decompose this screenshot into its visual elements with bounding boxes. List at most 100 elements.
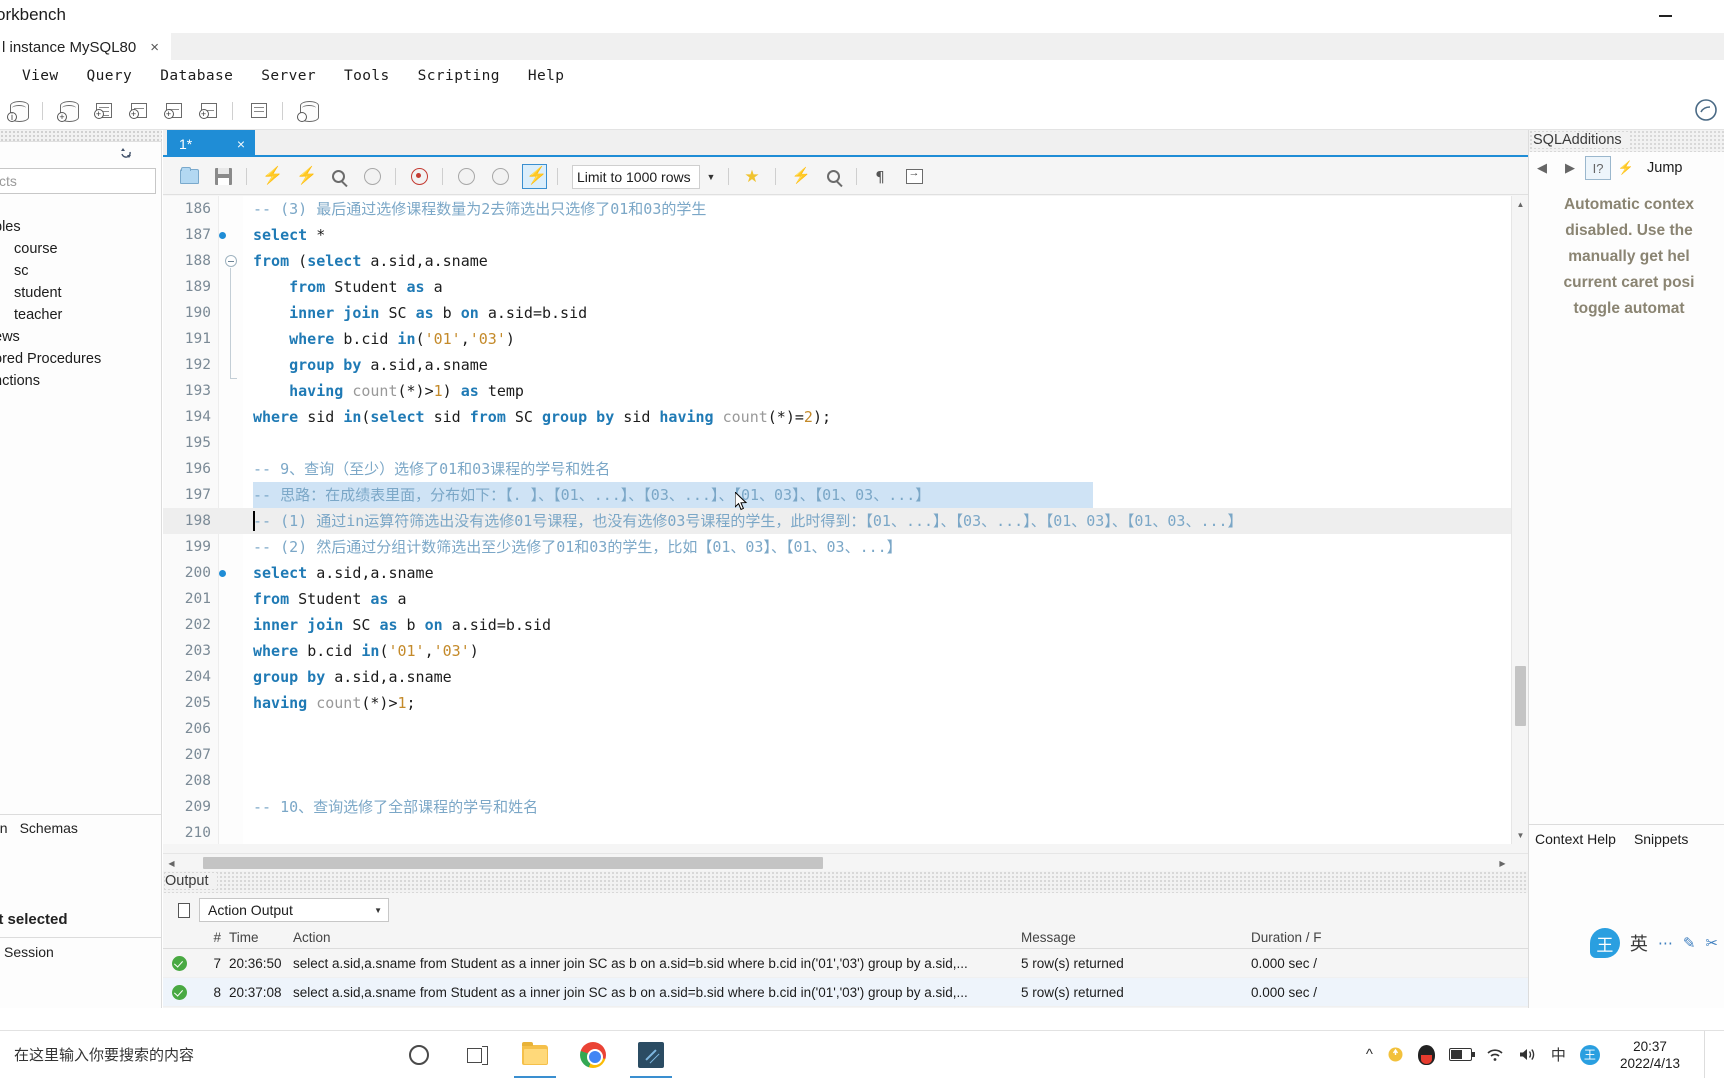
chevron-down-icon[interactable]: ▼ <box>374 906 382 915</box>
ime-chinese-icon[interactable]: 中 <box>1551 1044 1566 1065</box>
show-hidden-icons-icon[interactable]: ^ <box>1366 1046 1373 1063</box>
sql-additions-header[interactable]: SQLAdditions <box>1529 130 1724 152</box>
tree-node-student[interactable]: student <box>0 282 162 304</box>
quick-help-icon[interactable]: ⚡ <box>1613 156 1639 180</box>
show-desktop-button[interactable] <box>1704 1030 1712 1078</box>
new-view-icon[interactable]: + <box>122 97 155 125</box>
row-limit-select[interactable]: Limit to 1000 rows <box>572 164 700 189</box>
tree-node-views[interactable]: ews <box>0 326 162 348</box>
sql-tab-1[interactable]: 1* × <box>167 130 255 157</box>
search-icon[interactable] <box>817 162 849 192</box>
code-line[interactable]: 207 <box>163 742 1528 768</box>
scroll-up-icon[interactable]: ▲ <box>1512 196 1529 213</box>
taskbar-clock[interactable]: 20:37 2022/4/13 <box>1620 1038 1680 1072</box>
ime-floating-bar[interactable]: 王 英 ⋯ ✎ ✂ <box>1589 928 1718 958</box>
code-editor[interactable]: 186 -- (3) 最后通过选修课程数量为2去筛选出只选修了01和03的学生 1… <box>163 196 1528 844</box>
search-data-icon[interactable] <box>242 97 275 125</box>
tab-context-help[interactable]: Context Help <box>1535 831 1616 847</box>
scrollbar-thumb[interactable] <box>1515 666 1526 726</box>
code-line-current[interactable]: 198 -- (1) 通过in运算符筛选出没有选修01号课程，也没有选修03号课… <box>163 508 1528 534</box>
code-line[interactable]: 200 select a.sid,a.sname <box>163 560 1528 586</box>
code-line[interactable]: 199 -- (2) 然后通过分组计数筛选出至少选修了01和03的学生，比如【01… <box>163 534 1528 560</box>
sidebar-tab-administration[interactable]: on <box>0 820 8 836</box>
chrome-icon[interactable] <box>564 1031 622 1078</box>
sidebar-tab-schemas[interactable]: Schemas <box>20 820 78 836</box>
toggle-invisible-chars-icon[interactable]: ¶ <box>864 162 896 192</box>
volume-icon[interactable] <box>1518 1047 1537 1062</box>
open-script-icon[interactable] <box>173 162 205 192</box>
code-line[interactable]: 206 <box>163 716 1528 742</box>
jump-button[interactable]: Jump <box>1647 160 1682 176</box>
task-view-icon[interactable] <box>448 1031 506 1078</box>
code-line-selected[interactable]: 197 -- 思路：在成绩表里面，分布如下：【. 】、【01、...】、【03、… <box>163 482 1528 508</box>
tree-node-tables[interactable]: bles <box>0 216 162 238</box>
stop-on-error-icon[interactable] <box>403 162 435 192</box>
code-line[interactable]: 210 <box>163 820 1528 844</box>
beautify-icon[interactable]: ★ <box>736 162 768 192</box>
ime-scissors-icon[interactable]: ✂ <box>1705 934 1718 952</box>
ime-pen-icon[interactable]: ✎ <box>1683 934 1696 952</box>
scroll-left-icon[interactable]: ◀ <box>163 854 180 872</box>
code-line[interactable]: 201 from Student as a <box>163 586 1528 612</box>
reconnect-server-icon[interactable] <box>292 97 325 125</box>
forward-icon[interactable]: ▶ <box>1557 156 1583 180</box>
tree-node-functions[interactable]: nctions <box>0 370 162 392</box>
code-line[interactable]: 193 having count(*)>1) as temp <box>163 378 1528 404</box>
taskbar-search-input[interactable]: 在这里输入你要搜索的内容 <box>0 1031 390 1078</box>
refresh-icon[interactable] <box>119 146 133 163</box>
menu-item-server[interactable]: Server <box>247 65 330 87</box>
cortana-icon[interactable] <box>390 1031 448 1078</box>
code-line[interactable]: 189 from Student as a <box>163 274 1528 300</box>
wifi-icon[interactable] <box>1486 1047 1504 1062</box>
menu-item-scripting[interactable]: Scripting <box>404 65 514 87</box>
menu-item-tools[interactable]: Tools <box>330 65 404 87</box>
tab-snippets[interactable]: Snippets <box>1634 831 1688 847</box>
instance-tab[interactable]: l instance MySQL80 × <box>0 33 171 60</box>
output-panel-header[interactable]: Output <box>163 871 1528 893</box>
wrap-lines-icon[interactable] <box>898 162 930 192</box>
code-line[interactable]: 209 -- 10、查询选修了全部课程的学号和姓名 <box>163 794 1528 820</box>
table-row[interactable]: 7 20:36:50 select a.sid,a.sname from Stu… <box>163 949 1528 978</box>
editor-horizontal-scrollbar[interactable]: ◀ ▶ <box>163 853 1528 871</box>
ime-mode-label[interactable]: 英 <box>1630 930 1648 956</box>
mysql-workbench-icon[interactable] <box>622 1031 680 1078</box>
commit-icon[interactable] <box>450 162 482 192</box>
schema-filter-input[interactable]: cts <box>0 168 156 194</box>
sidebar-grip[interactable] <box>0 130 162 142</box>
sogou-ime-logo-icon[interactable]: 王 <box>1589 928 1620 958</box>
code-line[interactable]: 195 <box>163 430 1528 456</box>
tree-node-sc[interactable]: sc <box>0 260 162 282</box>
battery-icon[interactable] <box>1448 1048 1475 1061</box>
find-icon[interactable] <box>783 162 815 192</box>
scroll-right-icon[interactable]: ▶ <box>1494 854 1511 872</box>
code-line[interactable]: 203 where b.cid in('01','03') <box>163 638 1528 664</box>
new-table-icon[interactable]: + <box>87 97 120 125</box>
connect-server-icon[interactable]: i <box>2 97 35 125</box>
code-line[interactable]: 187 select * <box>163 222 1528 248</box>
save-script-icon[interactable] <box>207 162 239 192</box>
code-line[interactable]: 208 <box>163 768 1528 794</box>
scroll-down-icon[interactable]: ▼ <box>1512 827 1529 844</box>
ime-dots-icon[interactable]: ⋯ <box>1658 934 1673 952</box>
tree-node-course[interactable]: course <box>0 238 162 260</box>
code-line[interactable]: 191 where b.cid in('01','03') <box>163 326 1528 352</box>
qq-icon[interactable] <box>1417 1044 1435 1065</box>
menu-item-help[interactable]: Help <box>514 65 579 87</box>
context-help-icon[interactable]: I? <box>1585 156 1611 180</box>
code-line[interactable]: 196 -- 9、查询（至少）选修了01和03课程的学号和姓名 <box>163 456 1528 482</box>
close-icon[interactable]: × <box>150 39 159 56</box>
tree-node-stored-procedures[interactable]: ored Procedures <box>0 348 162 370</box>
rollback-icon[interactable] <box>484 162 516 192</box>
explain-icon[interactable] <box>322 162 354 192</box>
menu-item-query[interactable]: Query <box>73 65 147 87</box>
table-row[interactable]: 8 20:37:08 select a.sid,a.sname from Stu… <box>163 978 1528 1007</box>
editor-vertical-scrollbar[interactable]: ▲ ▼ <box>1511 196 1528 844</box>
close-icon[interactable]: × <box>237 136 245 152</box>
code-line[interactable]: 194 where sid in(select sid from SC group… <box>163 404 1528 430</box>
code-line[interactable]: 202 inner join SC as b on a.sid=b.sid <box>163 612 1528 638</box>
ime-sogou-icon[interactable]: 王 <box>1579 1044 1600 1065</box>
update-icon[interactable] <box>1387 1046 1404 1063</box>
window-minimize-button[interactable] <box>1642 4 1688 28</box>
new-schema-icon[interactable]: + <box>52 97 85 125</box>
session-section-label[interactable]: Session <box>0 937 162 960</box>
